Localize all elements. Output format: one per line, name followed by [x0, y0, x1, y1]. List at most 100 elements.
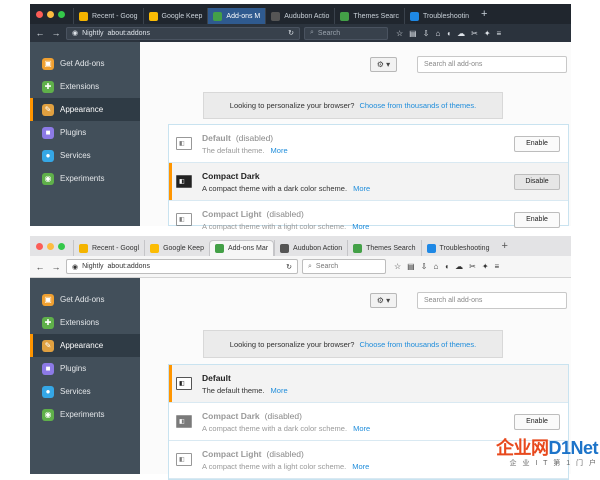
sidebar-item-label: Experiments [60, 410, 104, 419]
enable-button[interactable]: Enable [514, 414, 560, 430]
identity-label: Nightly [82, 30, 103, 37]
minimize-window-button[interactable] [47, 243, 54, 250]
tab-5[interactable]: Troubleshootin [404, 8, 474, 24]
forward-arrow-icon[interactable]: → [50, 262, 62, 272]
new-tab-button[interactable]: + [494, 240, 514, 256]
theme-name-line: Compact Dark(disabled) [202, 411, 370, 421]
tab-3[interactable]: Audubon Actio [265, 8, 334, 24]
sidebar-item-get-add-ons[interactable]: ▣Get Add-ons [30, 288, 140, 311]
theme-more-link[interactable]: More [352, 462, 369, 471]
addons-toolbar: ⚙ ▾ Search all add-ons [370, 292, 567, 309]
notice-link[interactable]: Choose from thousands of themes. [359, 340, 476, 349]
bookmark-star-icon[interactable]: ☆ [394, 262, 401, 271]
menu-icon[interactable]: ≡ [495, 262, 500, 271]
search-bar[interactable]: ⌕Search [304, 27, 388, 40]
theme-more-link[interactable]: More [353, 424, 370, 433]
sidebar-item-get-add-ons[interactable]: ▣Get Add-ons [30, 52, 140, 75]
theme-row-compact-light[interactable]: ◧Compact Light(disabled)A compact theme … [169, 201, 568, 239]
bookmark-star-icon[interactable]: ☆ [396, 29, 403, 38]
theme-row-default[interactable]: ◧Default(disabled)The default theme.More… [169, 125, 568, 163]
downloads-icon[interactable]: ⇩ [423, 29, 430, 38]
notice-link[interactable]: Choose from thousands of themes. [359, 101, 476, 110]
pocket-icon[interactable]: ◖ [444, 262, 449, 271]
sidebar-item-appearance[interactable]: ✎Appearance [30, 334, 140, 357]
home-icon[interactable]: ⌂ [435, 29, 440, 38]
theme-more-link[interactable]: More [352, 222, 369, 231]
shopping-bag-icon: ▣ [42, 294, 54, 306]
sync-icon[interactable]: ☁ [457, 29, 465, 38]
sidebar-item-label: Experiments [60, 174, 104, 183]
theme-description: A compact theme with a dark color scheme… [202, 424, 347, 433]
tab-1[interactable]: Google Keep [144, 240, 209, 256]
theme-list: ◧Default(disabled)The default theme.More… [168, 124, 569, 226]
back-arrow-icon[interactable]: ← [34, 262, 46, 272]
zoom-window-button[interactable] [58, 11, 65, 18]
themes-notice: Looking to personalize your browser?Choo… [203, 92, 503, 119]
screenshot-icon[interactable]: ✂ [471, 29, 478, 38]
url-bar[interactable]: ◉Nightlyabout:addons↻ [66, 259, 298, 274]
tab-label: Add-ons Mar [228, 245, 268, 252]
reading-list-icon[interactable]: ▤ [407, 262, 415, 271]
sidebar-item-services[interactable]: ●Services [30, 380, 140, 403]
forward-arrow-icon[interactable]: → [50, 28, 62, 38]
minimize-window-button[interactable] [47, 11, 54, 18]
enable-button[interactable]: Enable [514, 212, 560, 228]
sidebar-item-extensions[interactable]: ✚Extensions [30, 311, 140, 334]
tab-2[interactable]: Add-ons Mar [209, 240, 274, 256]
screenshot-icon[interactable]: ✂ [469, 262, 476, 271]
zoom-window-button[interactable] [58, 243, 65, 250]
sidebar-item-extensions[interactable]: ✚Extensions [30, 75, 140, 98]
theme-row-compact-dark[interactable]: ◧Compact DarkA compact theme with a dark… [169, 163, 568, 201]
addon-search-placeholder: Search all add-ons [424, 61, 482, 68]
tab-0[interactable]: Recent - Goog [73, 8, 143, 24]
menu-icon[interactable]: ≡ [497, 29, 502, 38]
sidebar-item-services[interactable]: ●Services [30, 144, 140, 167]
reload-icon[interactable]: ↻ [286, 263, 292, 271]
tab-3[interactable]: Audubon Action [274, 240, 347, 256]
new-tab-button[interactable]: + [474, 8, 494, 24]
theme-description-line: A compact theme with a light color schem… [202, 222, 369, 231]
close-window-button[interactable] [36, 11, 43, 18]
tab-4[interactable]: Themes Searc [334, 8, 404, 24]
sidebar-item-experiments[interactable]: ◉Experiments [30, 167, 140, 190]
extension-icon[interactable]: ✦ [482, 262, 489, 271]
globe-icon [427, 244, 436, 253]
pocket-icon[interactable]: ◖ [446, 29, 451, 38]
search-bar[interactable]: ⌕Search [302, 259, 386, 274]
theme-row-default[interactable]: ◧DefaultThe default theme.More [169, 365, 568, 403]
addon-search-input[interactable]: Search all add-ons [417, 56, 567, 73]
close-window-button[interactable] [36, 243, 43, 250]
sidebar-item-label: Plugins [60, 364, 86, 373]
extension-icon[interactable]: ✦ [484, 29, 491, 38]
paintbrush-icon: ✎ [42, 104, 54, 116]
tab-2[interactable]: Add-ons M [207, 8, 265, 24]
gear-menu-button[interactable]: ⚙ ▾ [370, 293, 397, 308]
downloads-icon[interactable]: ⇩ [421, 262, 428, 271]
theme-description-line: A compact theme with a light color schem… [202, 462, 369, 471]
reading-list-icon[interactable]: ▤ [409, 29, 417, 38]
gear-menu-button[interactable]: ⚙ ▾ [370, 57, 397, 72]
theme-more-link[interactable]: More [353, 184, 370, 193]
theme-row-compact-dark[interactable]: ◧Compact Dark(disabled)A compact theme w… [169, 403, 568, 441]
url-bar[interactable]: ◉Nightlyabout:addons↻ [66, 27, 300, 40]
enable-button[interactable]: Enable [514, 136, 560, 152]
addon-search-input[interactable]: Search all add-ons [417, 292, 567, 309]
nightly-globe-icon: ◉ [72, 29, 78, 37]
tab-5[interactable]: Troubleshooting [421, 240, 495, 256]
tab-4[interactable]: Themes Search [347, 240, 420, 256]
disable-button[interactable]: Disable [514, 174, 560, 190]
back-arrow-icon[interactable]: ← [34, 28, 46, 38]
sync-icon[interactable]: ☁ [455, 262, 463, 271]
sidebar-item-plugins[interactable]: ■Plugins [30, 357, 140, 380]
sidebar-item-appearance[interactable]: ✎Appearance [30, 98, 140, 121]
sidebar-item-experiments[interactable]: ◉Experiments [30, 403, 140, 426]
tab-0[interactable]: Recent - Googl [73, 240, 144, 256]
puzzle-icon: ✚ [42, 317, 54, 329]
sidebar-item-plugins[interactable]: ■Plugins [30, 121, 140, 144]
reload-icon[interactable]: ↻ [288, 29, 294, 37]
tab-1[interactable]: Google Keep [143, 8, 208, 24]
theme-description: The default theme. [202, 146, 265, 155]
theme-more-link[interactable]: More [271, 386, 288, 395]
home-icon[interactable]: ⌂ [433, 262, 438, 271]
theme-more-link[interactable]: More [271, 146, 288, 155]
